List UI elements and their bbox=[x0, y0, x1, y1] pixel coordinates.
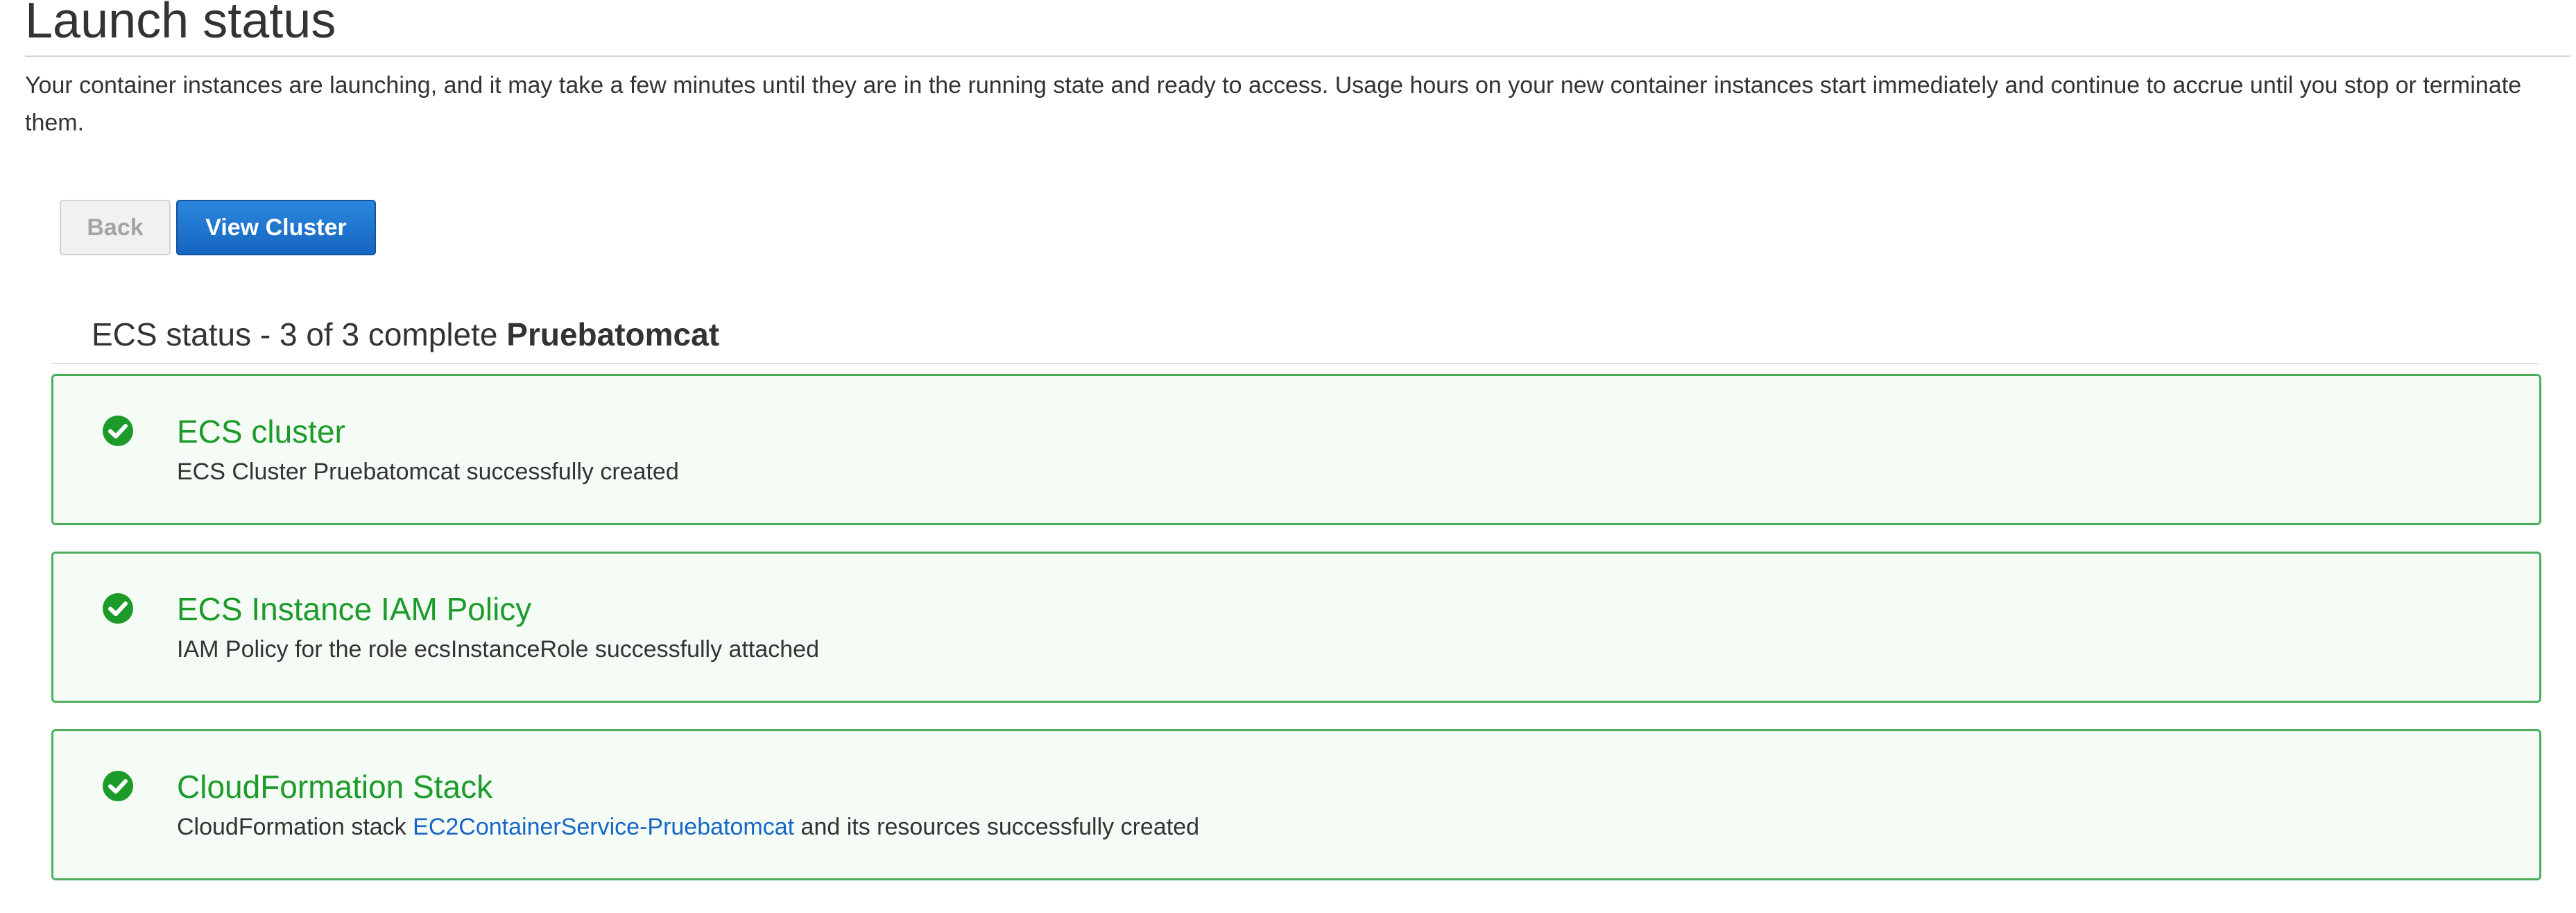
launch-status-page: Launch status Your container instances a… bbox=[0, 0, 2576, 913]
status-divider bbox=[53, 363, 2539, 364]
step-description-prefix: CloudFormation stack bbox=[177, 814, 406, 840]
title-divider bbox=[25, 56, 2570, 57]
step-title: CloudFormation Stack bbox=[177, 769, 493, 805]
cloudformation-stack-link[interactable]: EC2ContainerService-Pruebatomcat bbox=[413, 814, 794, 840]
check-circle-icon bbox=[103, 771, 133, 801]
step-title: ECS cluster bbox=[177, 413, 345, 450]
back-button[interactable]: Back bbox=[60, 200, 171, 255]
ecs-status-heading: ECS status - 3 of 3 complete Pruebatomca… bbox=[92, 315, 719, 354]
check-circle-icon bbox=[103, 593, 133, 624]
intro-text: Your container instances are launching, … bbox=[25, 72, 2522, 136]
step-card-cloudformation: CloudFormation Stack CloudFormation stac… bbox=[51, 729, 2541, 880]
step-description-suffix: and its resources successfully created bbox=[800, 814, 1200, 840]
step-description: IAM Policy for the role ecsInstanceRole … bbox=[177, 636, 819, 663]
step-title: ECS Instance IAM Policy bbox=[177, 591, 532, 627]
step-description: CloudFormation stack EC2ContainerService… bbox=[177, 812, 1199, 842]
ecs-status-progress: ECS status - 3 of 3 complete bbox=[92, 316, 498, 352]
ecs-status-cluster-name: Pruebatomcat bbox=[506, 316, 720, 352]
page-title: Launch status bbox=[25, 0, 336, 49]
view-cluster-button[interactable]: View Cluster bbox=[176, 200, 376, 255]
step-card-iam-policy: ECS Instance IAM Policy IAM Policy for t… bbox=[51, 552, 2541, 703]
step-description: ECS Cluster Pruebatomcat successfully cr… bbox=[177, 459, 679, 485]
step-card-ecs-cluster: ECS cluster ECS Cluster Pruebatomcat suc… bbox=[51, 374, 2541, 525]
check-circle-icon bbox=[103, 416, 133, 446]
